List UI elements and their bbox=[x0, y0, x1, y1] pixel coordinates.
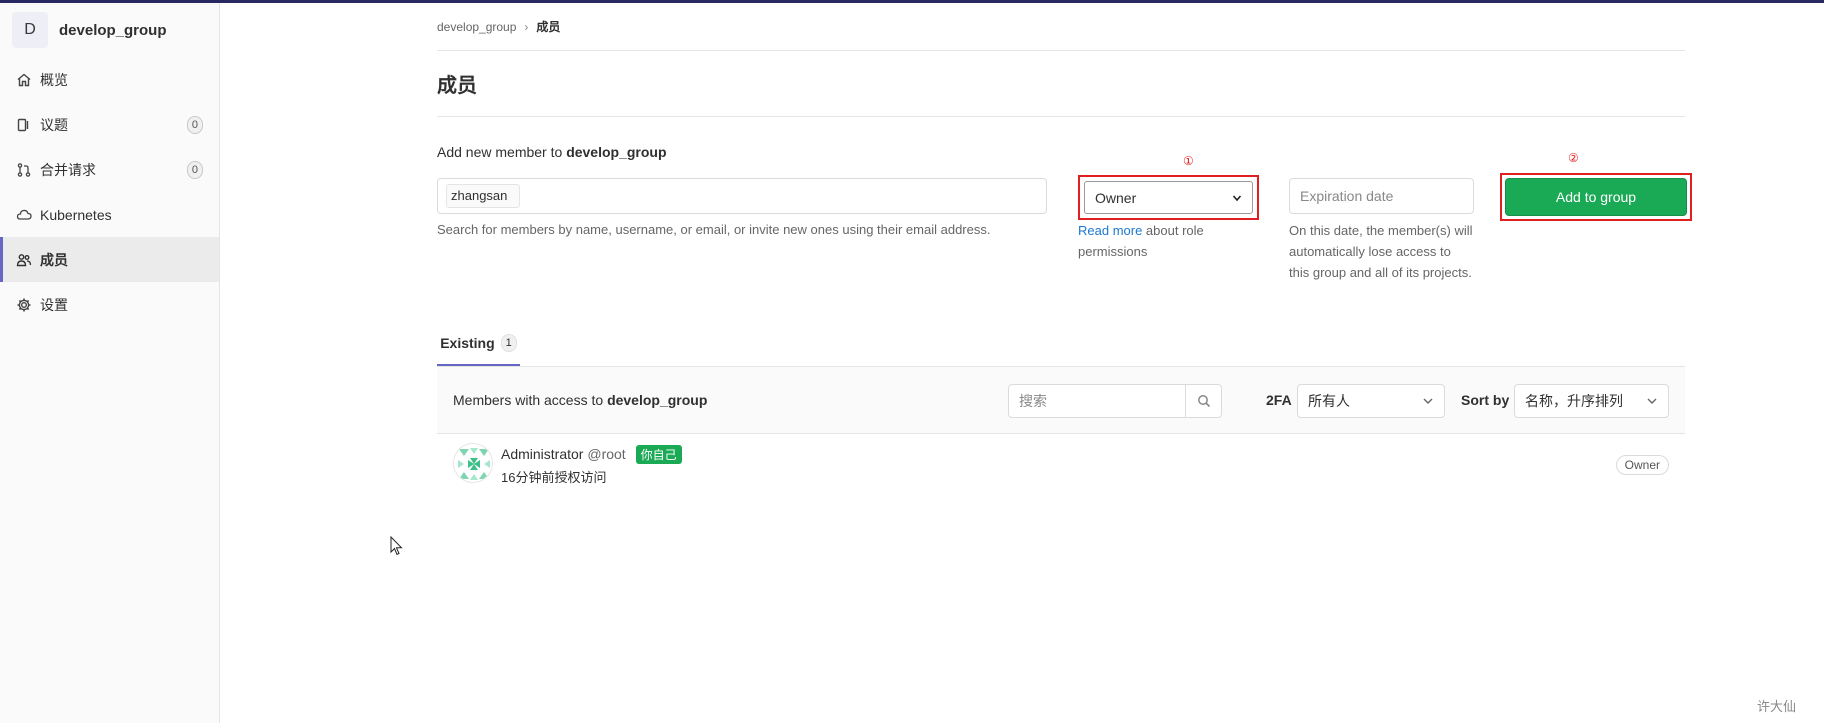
sidebar-item-kubernetes[interactable]: Kubernetes bbox=[0, 192, 219, 237]
member-role-badge: Owner bbox=[1615, 455, 1669, 475]
search-button[interactable] bbox=[1185, 385, 1221, 417]
page-title: 成员 bbox=[437, 51, 1685, 117]
main-content: develop_group › 成员 成员 Add new member to … bbox=[437, 3, 1692, 485]
member-name: Administrator @root 你自己 bbox=[501, 445, 682, 464]
self-badge: 你自己 bbox=[635, 445, 682, 464]
role-help: Read more about role permissions bbox=[1078, 223, 1204, 259]
sidebar-item-label: 概览 bbox=[40, 71, 68, 88]
role-select-value: Owner bbox=[1095, 189, 1137, 206]
mouse-cursor-icon bbox=[390, 536, 403, 556]
search-icon bbox=[1197, 395, 1210, 408]
add-button-highlight-box: Add to group bbox=[1500, 173, 1692, 221]
members-access-group: develop_group bbox=[607, 392, 708, 408]
group-name: develop_group bbox=[59, 21, 167, 39]
chevron-down-icon bbox=[1423, 398, 1433, 404]
tab-existing[interactable]: Existing 1 bbox=[437, 321, 520, 366]
chevron-down-icon bbox=[1232, 194, 1242, 201]
sidebar-item-label: 合并请求 bbox=[40, 161, 96, 178]
sidebar-item-merge-requests[interactable]: 合并请求 0 bbox=[0, 147, 219, 192]
sidebar-item-label: Kubernetes bbox=[40, 206, 112, 223]
group-avatar: D bbox=[12, 12, 48, 48]
member-search-help: Search for members by name, username, or… bbox=[437, 222, 991, 237]
sidebar-item-overview[interactable]: 概览 bbox=[0, 57, 219, 102]
access-granted-time: 16分钟前授权访问 bbox=[501, 470, 607, 485]
chevron-down-icon bbox=[1647, 398, 1657, 404]
members-filter-bar: Members with access to develop_group 搜索 … bbox=[437, 366, 1685, 434]
sidebar-item-label: 成员 bbox=[40, 251, 68, 268]
sidebar-header[interactable]: D develop_group bbox=[0, 3, 219, 57]
members-search-input[interactable]: 搜索 bbox=[1008, 384, 1222, 418]
sidebar-item-issues[interactable]: 议题 0 bbox=[0, 102, 219, 147]
existing-count-badge: 1 bbox=[500, 333, 517, 352]
sidebar-item-settings[interactable]: 设置 bbox=[0, 282, 219, 327]
sidebar: D develop_group 概览 议题 0 合并请求 0 Kubernete… bbox=[0, 3, 220, 723]
sidebar-item-label: 议题 bbox=[40, 116, 68, 133]
sidebar-item-label: 设置 bbox=[40, 296, 68, 313]
members-access-text: Members with access to develop_group bbox=[453, 392, 708, 408]
twofa-filter-select[interactable]: 所有人 bbox=[1297, 384, 1445, 418]
twofa-label: 2FA bbox=[1266, 392, 1292, 408]
breadcrumb-current[interactable]: 成员 bbox=[536, 18, 560, 35]
sort-select[interactable]: 名称，升序排列 bbox=[1514, 384, 1669, 418]
merge-requests-count-badge: 0 bbox=[186, 161, 203, 179]
breadcrumb-chevron-icon: › bbox=[524, 19, 529, 34]
table-row: Administrator @root 你自己 16分钟前授权访问 Owner bbox=[437, 435, 1685, 495]
sort-by-label: Sort by bbox=[1461, 392, 1510, 408]
member-username: @root bbox=[587, 446, 626, 462]
annotation-marker-1: ① bbox=[1183, 154, 1194, 168]
role-highlight-box: Owner bbox=[1078, 175, 1259, 220]
member-search-input[interactable]: zhangsan bbox=[437, 178, 1047, 214]
cloud-gear-icon bbox=[16, 207, 32, 223]
add-to-group-button[interactable]: Add to group bbox=[1505, 178, 1687, 216]
breadcrumb-group-link[interactable]: develop_group bbox=[437, 20, 516, 34]
annotation-marker-2: ② bbox=[1568, 151, 1579, 165]
members-search-placeholder: 搜索 bbox=[1019, 393, 1047, 409]
selected-user-token[interactable]: zhangsan bbox=[446, 184, 521, 208]
watermark: 许大仙 bbox=[1756, 699, 1796, 714]
issues-count-badge: 0 bbox=[186, 116, 203, 134]
users-icon bbox=[16, 252, 32, 268]
expiration-date-input[interactable]: Expiration date bbox=[1289, 178, 1474, 214]
member-display-name[interactable]: Administrator bbox=[501, 446, 583, 462]
sidebar-item-members[interactable]: 成员 bbox=[0, 237, 219, 282]
issues-icon bbox=[16, 117, 32, 133]
add-member-label: Add new member to develop_group bbox=[437, 144, 667, 160]
merge-request-icon bbox=[16, 162, 32, 178]
expiration-help: On this date, the member(s) will automat… bbox=[1289, 223, 1473, 280]
gear-icon bbox=[16, 297, 32, 313]
home-icon bbox=[16, 72, 32, 88]
read-more-link[interactable]: Read more bbox=[1078, 223, 1142, 238]
add-member-group-name: develop_group bbox=[566, 144, 667, 160]
avatar[interactable] bbox=[453, 443, 493, 483]
role-select[interactable]: Owner bbox=[1084, 181, 1253, 214]
member-tabs: Existing 1 bbox=[437, 321, 1685, 366]
breadcrumb: develop_group › 成员 bbox=[437, 3, 1685, 51]
